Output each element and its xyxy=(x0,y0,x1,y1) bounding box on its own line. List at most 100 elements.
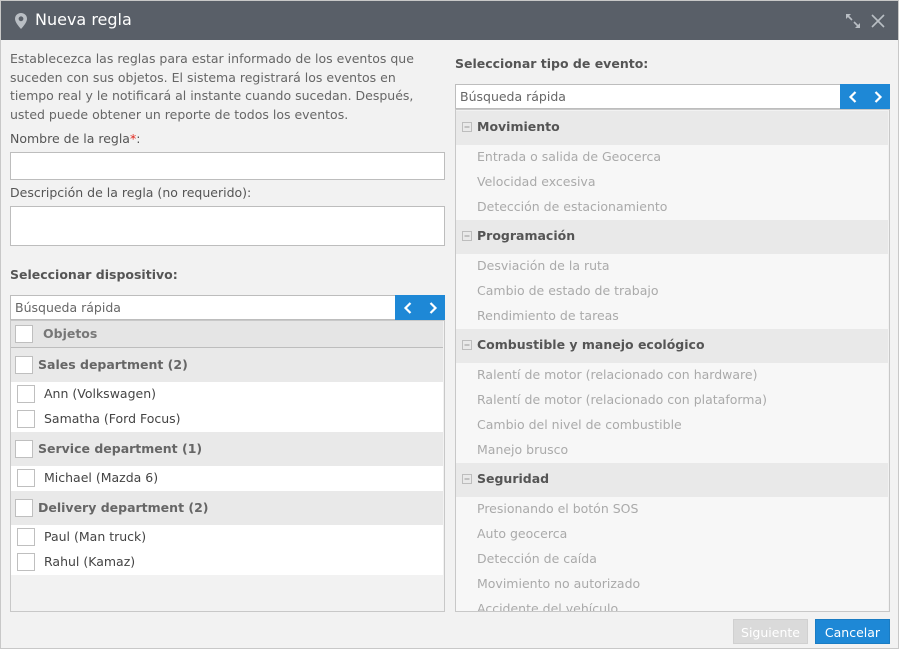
group-label: Delivery department (2) xyxy=(38,500,209,515)
event-item[interactable]: Velocidad excesiva xyxy=(456,170,888,195)
event-item[interactable]: Detección de caída xyxy=(456,547,888,572)
device-item-row[interactable]: Rahul (Kamaz) xyxy=(11,550,443,575)
event-item[interactable]: Manejo brusco xyxy=(456,438,888,463)
event-item[interactable]: Desviación de la ruta xyxy=(456,254,888,279)
event-item[interactable]: Movimiento no autorizado xyxy=(456,572,888,597)
device-checkbox[interactable] xyxy=(17,385,35,403)
event-item[interactable]: Presionando el botón SOS xyxy=(456,497,888,522)
event-item[interactable]: Accidente del vehículo xyxy=(456,597,888,612)
minus-icon[interactable] xyxy=(462,340,472,350)
next-button[interactable]: Siguiente xyxy=(733,619,808,644)
device-group-row[interactable]: Sales department (2) xyxy=(11,348,443,382)
cancel-button[interactable]: Cancelar xyxy=(815,619,890,644)
device-group-row[interactable]: Service department (1) xyxy=(11,432,443,466)
rule-name-label-colon: : xyxy=(136,131,141,146)
event-item-label: Cambio de estado de trabajo xyxy=(477,283,659,298)
device-item-row[interactable]: Paul (Man truck) xyxy=(11,525,443,550)
minus-icon[interactable] xyxy=(462,122,472,132)
map-pin-icon xyxy=(15,13,27,29)
event-item-label: Manejo brusco xyxy=(477,442,569,457)
event-category-label: Seguridad xyxy=(477,471,550,486)
event-item-label: Auto geocerca xyxy=(477,526,568,541)
event-category-label: Programación xyxy=(477,228,576,243)
device-item-row[interactable]: Samatha (Ford Focus) xyxy=(11,407,443,432)
device-checkbox[interactable] xyxy=(17,553,35,571)
event-nav-buttons xyxy=(840,84,890,109)
device-section-title: Seleccionar dispositivo: xyxy=(10,267,178,282)
event-item[interactable]: Auto geocerca xyxy=(456,522,888,547)
event-item[interactable]: Ralentí de motor (relacionado con plataf… xyxy=(456,388,888,413)
device-label: Ann (Volkswagen) xyxy=(44,386,157,401)
title-bar: Nueva regla xyxy=(1,1,898,40)
chevron-right-icon xyxy=(874,90,882,103)
device-label: Rahul (Kamaz) xyxy=(44,554,136,569)
rule-description-label: Descripción de la regla (no requerido): xyxy=(10,185,252,200)
expand-icon[interactable] xyxy=(844,12,862,30)
device-item-row[interactable]: Ann (Volkswagen) xyxy=(11,382,443,407)
new-rule-dialog: Nueva regla Establecezca las reglas para… xyxy=(0,0,899,649)
event-item[interactable]: Cambio del nivel de combustible xyxy=(456,413,888,438)
event-category-label: Movimiento xyxy=(477,119,560,134)
event-next-button[interactable] xyxy=(865,84,890,109)
event-item[interactable]: Rendimiento de tareas xyxy=(456,304,888,329)
group-checkbox[interactable] xyxy=(15,356,33,374)
device-nav-buttons xyxy=(395,295,445,320)
device-next-button[interactable] xyxy=(420,295,445,320)
device-checkbox[interactable] xyxy=(17,469,35,487)
objects-header: Objetos xyxy=(11,321,443,348)
device-prev-button[interactable] xyxy=(395,295,420,320)
objects-header-label: Objetos xyxy=(43,326,98,341)
event-list-panel: Movimiento Entrada o salida de Geocerca … xyxy=(455,109,890,612)
dialog-title: Nueva regla xyxy=(35,10,132,29)
event-category-label: Combustible y manejo ecológico xyxy=(477,337,705,352)
intro-text: Establecezca las reglas para estar infor… xyxy=(10,51,414,122)
event-item[interactable]: Detección de estacionamiento xyxy=(456,195,888,220)
event-item-label: Detección de estacionamiento xyxy=(477,199,668,214)
select-all-checkbox[interactable] xyxy=(15,325,33,343)
event-item[interactable]: Entrada o salida de Geocerca xyxy=(456,145,888,170)
event-item-label: Entrada o salida de Geocerca xyxy=(477,149,661,164)
group-checkbox[interactable] xyxy=(15,440,33,458)
event-search-box xyxy=(455,84,841,109)
event-category-row[interactable]: Combustible y manejo ecológico xyxy=(456,329,888,363)
event-category-row[interactable]: Programación xyxy=(456,220,888,254)
event-item-label: Ralentí de motor (relacionado con hardwa… xyxy=(477,367,758,382)
event-category-row[interactable]: Seguridad xyxy=(456,463,888,497)
close-icon[interactable] xyxy=(870,13,886,29)
event-search-input[interactable] xyxy=(456,85,840,108)
rule-name-input[interactable] xyxy=(10,152,445,180)
rule-name-label: Nombre de la regla*: xyxy=(10,131,140,147)
event-item-label: Cambio del nivel de combustible xyxy=(477,417,682,432)
group-label: Service department (1) xyxy=(38,441,203,456)
event-item-label: Detección de caída xyxy=(477,551,597,566)
event-item-label: Desviación de la ruta xyxy=(477,258,610,273)
event-item-label: Movimiento no autorizado xyxy=(477,576,641,591)
event-item-label: Velocidad excesiva xyxy=(477,174,596,189)
rule-description-input[interactable] xyxy=(10,206,445,246)
event-item-label: Accidente del vehículo xyxy=(477,601,619,612)
chevron-left-icon xyxy=(403,301,411,314)
event-item[interactable]: Ralentí de motor (relacionado con hardwa… xyxy=(456,363,888,388)
group-checkbox[interactable] xyxy=(15,499,33,517)
device-search-input[interactable] xyxy=(11,296,395,319)
chevron-left-icon xyxy=(848,90,856,103)
device-item-row[interactable]: Michael (Mazda 6) xyxy=(11,466,443,491)
minus-icon[interactable] xyxy=(462,231,472,241)
device-checkbox[interactable] xyxy=(17,528,35,546)
event-item-label: Ralentí de motor (relacionado con plataf… xyxy=(477,392,768,407)
event-category-row[interactable]: Movimiento xyxy=(456,111,888,145)
device-group-row[interactable]: Delivery department (2) xyxy=(11,491,443,525)
event-item-label: Rendimiento de tareas xyxy=(477,308,619,323)
minus-icon[interactable] xyxy=(462,474,472,484)
group-label: Sales department (2) xyxy=(38,357,188,372)
event-prev-button[interactable] xyxy=(840,84,865,109)
event-section-title: Seleccionar tipo de evento: xyxy=(455,56,649,71)
device-label: Samatha (Ford Focus) xyxy=(44,411,181,426)
chevron-right-icon xyxy=(429,301,437,314)
device-label: Michael (Mazda 6) xyxy=(44,470,159,485)
device-checkbox[interactable] xyxy=(17,410,35,428)
event-item[interactable]: Cambio de estado de trabajo xyxy=(456,279,888,304)
device-search-box xyxy=(10,295,396,320)
event-item-label: Presionando el botón SOS xyxy=(477,501,639,516)
device-list-panel: Objetos Sales department (2) Ann (Volksw… xyxy=(10,320,445,612)
